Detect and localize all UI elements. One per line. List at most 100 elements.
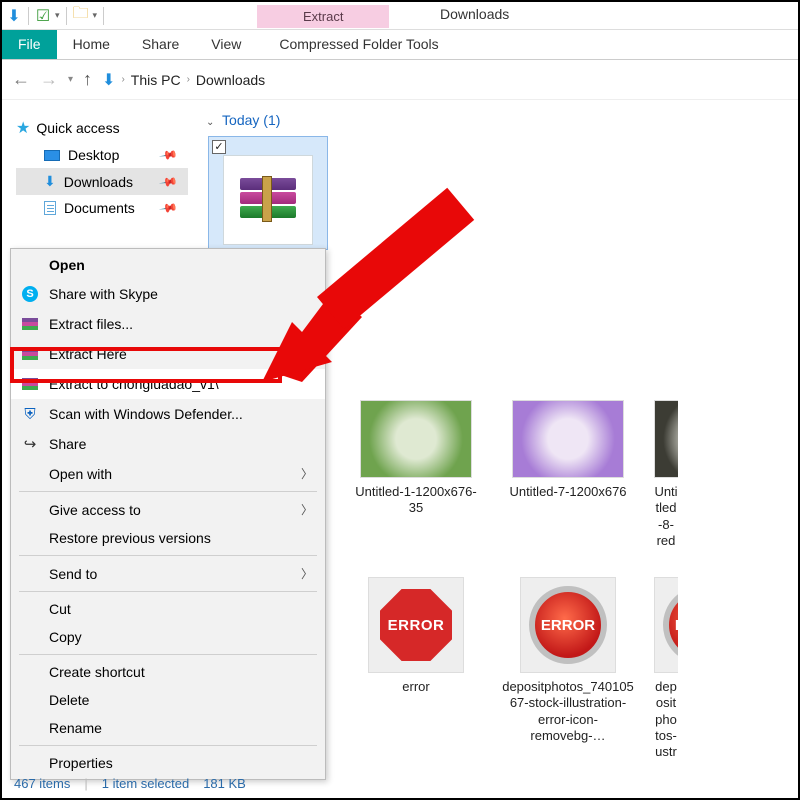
desktop-icon bbox=[44, 150, 60, 161]
file-name: depositphotos_74010567-stock-illustratio… bbox=[502, 679, 634, 744]
window-title: Downloads bbox=[440, 6, 509, 22]
separator bbox=[19, 591, 317, 592]
image-thumbnail: ERROR bbox=[520, 577, 616, 673]
pin-icon: 📌 bbox=[158, 198, 178, 218]
separator bbox=[28, 7, 29, 25]
menu-copy[interactable]: Copy bbox=[11, 623, 325, 651]
file-item[interactable]: ERROR error bbox=[350, 577, 482, 760]
status-selected: 1 item selected bbox=[102, 776, 189, 791]
separator: | bbox=[84, 776, 87, 791]
separator bbox=[19, 745, 317, 746]
winrar-icon bbox=[22, 318, 38, 330]
file-item[interactable]: ERROR depositphotos_74010567-stock-illus… bbox=[502, 577, 634, 760]
pin-icon: 📌 bbox=[158, 171, 178, 191]
chevron-right-icon: › bbox=[121, 74, 124, 85]
group-header-label: Today (1) bbox=[222, 112, 280, 128]
file-name: Untitled-8-red bbox=[654, 484, 678, 549]
sidebar-quick-access[interactable]: ★ Quick access bbox=[16, 114, 188, 142]
sidebar-item-documents[interactable]: Documents 📌 bbox=[16, 195, 188, 221]
nav-back-icon[interactable]: ← bbox=[12, 69, 30, 90]
breadcrumb-root[interactable]: This PC bbox=[131, 72, 181, 88]
menu-cut[interactable]: Cut bbox=[11, 595, 325, 623]
separator bbox=[103, 7, 104, 25]
downloads-icon: ⬇ bbox=[102, 70, 115, 90]
image-thumbnail: ERROR bbox=[654, 577, 678, 673]
contextual-tab-extract[interactable]: Extract bbox=[257, 5, 389, 28]
tab-share[interactable]: Share bbox=[126, 30, 195, 59]
sidebar-item-downloads[interactable]: ⬇ Downloads 📌 bbox=[16, 168, 188, 195]
file-item-selected[interactable]: ✓ bbox=[208, 136, 328, 250]
separator bbox=[66, 7, 67, 25]
menu-extract-here[interactable]: Extract Here bbox=[11, 339, 325, 369]
menu-extract-files[interactable]: Extract files... bbox=[11, 309, 325, 339]
skype-icon: S bbox=[22, 286, 38, 302]
qat-properties-icon[interactable]: ☑ bbox=[35, 8, 51, 24]
file-item[interactable]: Untitled-1-1200x676-35 bbox=[350, 400, 482, 549]
file-item[interactable]: Untitled-7-1200x676 bbox=[502, 400, 634, 549]
shield-icon: ⛨ bbox=[21, 405, 39, 423]
winrar-icon bbox=[22, 378, 38, 390]
menu-restore-versions[interactable]: Restore previous versions bbox=[11, 524, 325, 552]
menu-send-to[interactable]: Send to〉 bbox=[11, 559, 325, 588]
breadcrumb[interactable]: ⬇ › This PC › Downloads bbox=[102, 70, 265, 90]
menu-delete[interactable]: Delete bbox=[11, 686, 325, 714]
sidebar-quick-access-label: Quick access bbox=[36, 120, 119, 136]
qat-folder-icon[interactable]: 🗀 bbox=[73, 8, 89, 24]
file-name: depositphotos-ustr bbox=[654, 679, 678, 760]
status-item-count: 467 items bbox=[14, 776, 70, 791]
breadcrumb-current[interactable]: Downloads bbox=[196, 72, 265, 88]
menu-open[interactable]: Open bbox=[11, 251, 325, 279]
nav-up-icon[interactable]: ↑ bbox=[83, 69, 92, 90]
menu-scan-defender[interactable]: ⛨Scan with Windows Defender... bbox=[11, 399, 325, 429]
rar-archive-icon bbox=[240, 178, 296, 222]
file-item[interactable]: ERROR depositphotos-ustr bbox=[654, 577, 678, 760]
status-size: 181 KB bbox=[203, 776, 246, 791]
group-header-today[interactable]: ⌄ Today (1) bbox=[198, 110, 798, 136]
file-name: Untitled-1-1200x676-35 bbox=[350, 484, 482, 517]
menu-share-skype[interactable]: SShare with Skype bbox=[11, 279, 325, 309]
tab-file[interactable]: File bbox=[2, 30, 57, 59]
document-icon bbox=[44, 201, 56, 215]
sidebar-item-desktop[interactable]: Desktop 📌 bbox=[16, 142, 188, 168]
menu-create-shortcut[interactable]: Create shortcut bbox=[11, 658, 325, 686]
tab-view[interactable]: View bbox=[195, 30, 257, 59]
chevron-down-icon: ⌄ bbox=[206, 117, 214, 128]
chevron-right-icon: › bbox=[187, 74, 190, 85]
context-menu: Open SShare with Skype Extract files... … bbox=[10, 248, 326, 780]
image-thumbnail bbox=[360, 400, 472, 478]
image-thumbnail bbox=[512, 400, 624, 478]
sidebar-item-label: Documents bbox=[64, 200, 135, 216]
sidebar-item-label: Downloads bbox=[64, 174, 133, 190]
separator bbox=[19, 491, 317, 492]
chevron-right-icon: 〉 bbox=[301, 465, 313, 482]
winrar-icon bbox=[22, 348, 38, 360]
menu-open-with[interactable]: Open with〉 bbox=[11, 459, 325, 488]
separator bbox=[19, 555, 317, 556]
tab-home[interactable]: Home bbox=[57, 30, 126, 59]
image-thumbnail: ERROR bbox=[368, 577, 464, 673]
share-icon: ↪ bbox=[21, 435, 39, 453]
image-thumbnail bbox=[654, 400, 678, 478]
file-name: Untitled-7-1200x676 bbox=[502, 484, 634, 500]
file-item[interactable]: Untitled-8-red bbox=[654, 400, 678, 549]
qat-download-icon[interactable]: ⬇ bbox=[6, 8, 22, 24]
checkbox-icon[interactable]: ✓ bbox=[212, 140, 226, 154]
separator bbox=[19, 654, 317, 655]
status-bar: 467 items | 1 item selected 181 KB bbox=[4, 770, 796, 796]
chevron-right-icon: 〉 bbox=[301, 501, 313, 518]
sidebar-item-label: Desktop bbox=[68, 147, 119, 163]
menu-give-access[interactable]: Give access to〉 bbox=[11, 495, 325, 524]
download-icon: ⬇ bbox=[44, 173, 56, 190]
menu-extract-to[interactable]: Extract to chongluadao_v1\ bbox=[11, 369, 325, 399]
file-name: error bbox=[350, 679, 482, 695]
nav-history-dropdown-icon[interactable]: ▾ bbox=[68, 74, 73, 85]
pin-icon: 📌 bbox=[158, 145, 178, 165]
qat-dropdown2-icon[interactable]: ▾ bbox=[93, 10, 98, 21]
nav-forward-icon[interactable]: → bbox=[40, 69, 58, 90]
tab-compressed-tools[interactable]: Compressed Folder Tools bbox=[263, 30, 454, 59]
star-icon: ★ bbox=[16, 118, 30, 138]
qat-dropdown-icon[interactable]: ▾ bbox=[55, 10, 60, 21]
chevron-right-icon: 〉 bbox=[301, 565, 313, 582]
menu-share[interactable]: ↪Share bbox=[11, 429, 325, 459]
menu-rename[interactable]: Rename bbox=[11, 714, 325, 742]
